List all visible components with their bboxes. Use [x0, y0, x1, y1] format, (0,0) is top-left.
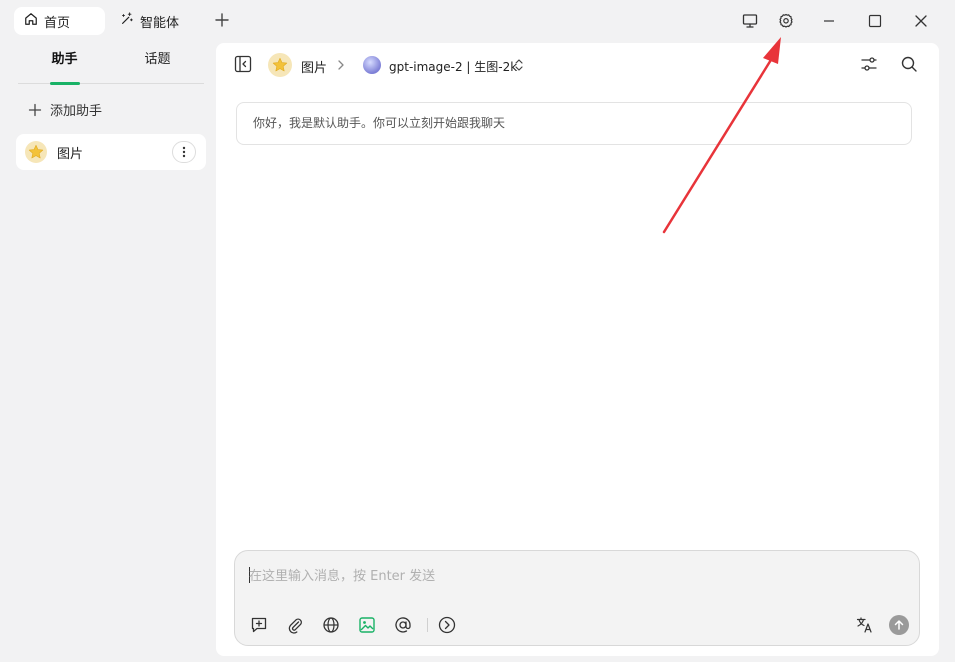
toolbar-divider [427, 618, 428, 632]
assistant-name: 图片 [57, 146, 84, 162]
mention-button[interactable] [393, 615, 413, 635]
chevron-right-icon [334, 57, 348, 76]
minimize-button[interactable] [819, 11, 839, 31]
tab-home-label: 首页 [44, 15, 71, 31]
new-topic-button[interactable] [249, 615, 269, 635]
message-input[interactable] [249, 565, 849, 587]
minimize-icon [824, 20, 834, 22]
search-icon [901, 56, 917, 72]
current-assistant-avatar[interactable] [268, 53, 292, 77]
assistant-more-button[interactable] [172, 141, 196, 163]
home-icon [24, 12, 38, 30]
add-assistant-button[interactable]: 添加助手 [28, 100, 102, 119]
globe-icon [323, 617, 339, 633]
chat-settings-button[interactable] [860, 55, 880, 75]
add-assistant-label: 添加助手 [50, 104, 103, 119]
sidebar: 助手 话题 添加助手 图片 [0, 42, 216, 662]
plus-icon [215, 13, 229, 27]
star-icon [28, 144, 44, 159]
chat-panel: 图片 gpt-image-2 | 生图-2k 你好，我是默认助手。你可以立刻开始… [216, 43, 939, 656]
sidebar-collapse-icon [234, 55, 252, 73]
current-assistant-name[interactable]: 图片 [301, 57, 327, 76]
monitor-icon [742, 14, 758, 28]
arrow-up-icon [894, 620, 904, 630]
sidebar-tab-topics[interactable]: 话题 [111, 50, 204, 84]
translate-icon [856, 617, 872, 633]
sidebar-tabs: 助手 话题 [18, 50, 204, 85]
assistant-avatar [25, 141, 47, 163]
title-bar: 首页 智能体 [0, 0, 955, 42]
add-tab-button[interactable] [212, 10, 232, 30]
tab-agents-label: 智能体 [140, 15, 180, 31]
translate-button[interactable] [855, 615, 875, 635]
tab-agents[interactable]: 智能体 [120, 7, 179, 35]
message-composer [234, 550, 920, 646]
more-vertical-icon [182, 146, 186, 158]
web-search-button[interactable] [321, 615, 341, 635]
close-button[interactable] [911, 11, 931, 31]
search-button[interactable] [900, 55, 920, 75]
greeting-message: 你好，我是默认助手。你可以立刻开始跟我聊天 [236, 102, 912, 145]
sliders-icon [861, 57, 877, 71]
assistant-item[interactable]: 图片 [16, 134, 206, 170]
toggle-sidebar-button[interactable] [234, 55, 254, 75]
image-generation-button[interactable] [357, 615, 377, 635]
send-button[interactable] [889, 615, 909, 635]
new-topic-icon [251, 617, 267, 633]
model-logo-icon [363, 56, 381, 74]
settings-gear-icon [779, 13, 793, 28]
expand-tools-button[interactable] [437, 615, 457, 635]
sparkle-wand-icon [120, 12, 134, 30]
close-icon [915, 15, 927, 27]
chevron-circle-right-icon [438, 616, 456, 634]
model-selector[interactable]: gpt-image-2 | 生图-2k [389, 58, 517, 75]
settings-button[interactable] [776, 11, 796, 31]
display-mode-button[interactable] [740, 11, 760, 31]
at-sign-icon [395, 617, 411, 633]
chevron-up-down-icon[interactable] [513, 57, 525, 76]
chat-topbar: 图片 gpt-image-2 | 生图-2k [216, 43, 939, 87]
sidebar-tab-assistants[interactable]: 助手 [18, 50, 111, 85]
attach-button[interactable] [285, 615, 305, 635]
maximize-icon [868, 14, 882, 28]
star-icon [272, 57, 288, 72]
paperclip-icon [288, 618, 302, 634]
tab-home[interactable]: 首页 [14, 7, 105, 35]
maximize-button[interactable] [865, 11, 885, 31]
image-icon [359, 617, 375, 633]
plus-icon [28, 103, 42, 116]
